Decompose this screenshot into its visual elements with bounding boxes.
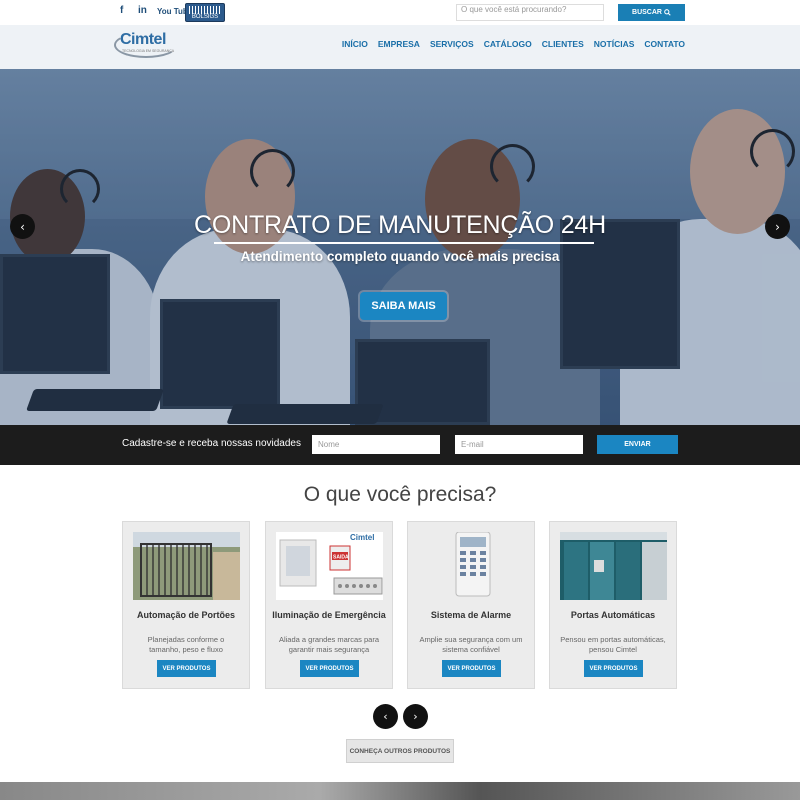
barcode-badge-logo[interactable]: BOLSIGS	[185, 3, 225, 22]
barcode-icon	[189, 6, 222, 14]
main-navbar: Cimtel TECNOLOGIA EM SEGURANÇA INÍCIO EM…	[0, 25, 800, 69]
logo-wordmark: Cimtel	[120, 31, 166, 48]
newsletter-submit-button[interactable]: ENVIAR	[597, 435, 678, 454]
nav-menu: INÍCIO EMPRESA SERVIÇOS CATÁLOGO CLIENTE…	[342, 39, 685, 49]
newsletter-bar: Cadastre-se e receba nossas novidades No…	[0, 425, 800, 465]
section-title: O que você precisa?	[303, 483, 497, 506]
card-description: Planejadas conforme o tamanho, peso e fl…	[147, 635, 225, 654]
cimtel-logo[interactable]: Cimtel TECNOLOGIA EM SEGURANÇA	[112, 29, 178, 59]
product-card: Portas Automáticas Pensou em portas auto…	[549, 521, 677, 689]
hero-slider: ‹ › CONTRATO DE MANUTENÇÃO 24H Atendimen…	[0, 69, 800, 425]
product-card: Automação de Portões Planejadas conforme…	[122, 521, 250, 689]
ver-produtos-button[interactable]: VER PRODUTOS	[584, 660, 643, 677]
search-button[interactable]: BUSCAR	[618, 4, 685, 21]
search-input[interactable]: O que você está procurando?	[456, 4, 604, 21]
card-title: Portas Automáticas	[570, 610, 656, 620]
hero-overlay	[0, 69, 800, 425]
product-card: SAIDA Cimtel Iluminação de Emergência Al…	[265, 521, 393, 689]
cimtel-brand: Cimtel	[350, 533, 374, 542]
card-title: Automação de Portões	[136, 610, 236, 620]
nav-item-empresa[interactable]: EMPRESA	[378, 39, 420, 49]
card-description: Pensou em portas automáticas, pensou Cim…	[560, 635, 666, 654]
top-bar: f in You Tube BOLSIGS O que você está pr…	[0, 0, 800, 25]
newsletter-text: Cadastre-se e receba nossas novidades	[122, 438, 301, 449]
hero-divider	[214, 242, 594, 244]
automatic-door-image	[560, 532, 667, 600]
facebook-icon[interactable]: f	[120, 5, 123, 16]
gate-image	[133, 532, 240, 600]
hero-title: CONTRATO DE MANUTENÇÃO 24H	[194, 211, 606, 239]
product-card: Sistema de Alarme Amplie sua segurança c…	[407, 521, 535, 689]
card-title: Iluminação de Emergência	[272, 610, 386, 620]
newsletter-name-input[interactable]: Nome	[312, 435, 440, 454]
ver-produtos-button[interactable]: VER PRODUTOS	[442, 660, 501, 677]
nav-item-servicos[interactable]: SERVIÇOS	[430, 39, 474, 49]
nav-item-catalogo[interactable]: CATÁLOGO	[484, 39, 532, 49]
hero-subtitle: Atendimento completo quando você mais pr…	[240, 249, 560, 264]
search-icon	[664, 9, 671, 16]
card-description: Amplie sua segurança com um sistema conf…	[419, 635, 523, 654]
search-button-label: BUSCAR	[632, 9, 662, 16]
nav-item-noticias[interactable]: NOTÍCIAS	[594, 39, 635, 49]
ver-produtos-button[interactable]: VER PRODUTOS	[300, 660, 359, 677]
saida-sign: SAIDA	[333, 555, 349, 561]
nav-item-clientes[interactable]: CLIENTES	[542, 39, 584, 49]
badge-text: BOLSIGS	[191, 14, 219, 20]
newsletter-email-input[interactable]: E-mail	[455, 435, 583, 454]
nav-item-contato[interactable]: CONTATO	[644, 39, 685, 49]
more-products-button[interactable]: CONHEÇA OUTROS PRODUTOS	[346, 739, 454, 763]
linkedin-icon[interactable]: in	[138, 5, 147, 16]
emergency-light-image: SAIDA Cimtel	[276, 532, 383, 600]
card-title: Sistema de Alarme	[430, 610, 512, 620]
logo-tagline: TECNOLOGIA EM SEGURANÇA	[122, 49, 175, 53]
alarm-keypad-image	[418, 532, 525, 600]
saiba-mais-button[interactable]: SAIBA MAIS	[360, 292, 447, 320]
carousel-next-arrow-icon[interactable]: ›	[403, 704, 428, 729]
footer-image-strip	[0, 782, 800, 800]
nav-item-inicio[interactable]: INÍCIO	[342, 39, 368, 49]
card-description: Aliada a grandes marcas para garantir ma…	[278, 635, 380, 654]
ver-produtos-button[interactable]: VER PRODUTOS	[157, 660, 216, 677]
carousel-prev-arrow-icon[interactable]: ‹	[373, 704, 398, 729]
